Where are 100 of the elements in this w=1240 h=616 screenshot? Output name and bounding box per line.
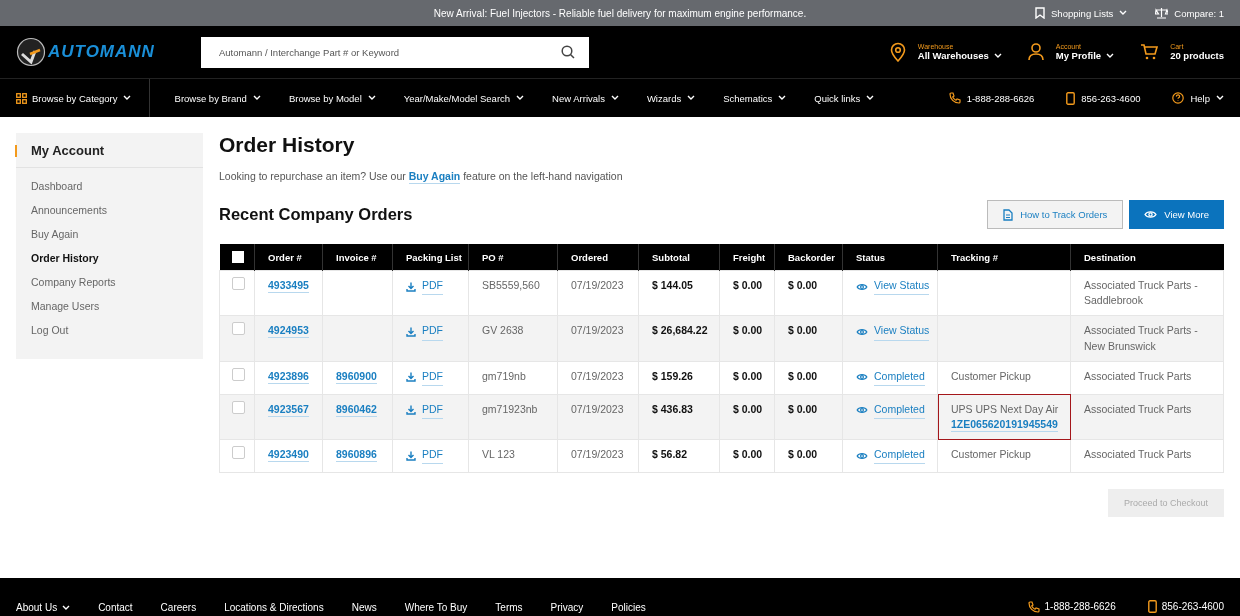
search-input[interactable]: Automann / Interchange Part # or Keyword — [217, 35, 561, 69]
buy-again-link[interactable]: Buy Again — [408, 170, 461, 184]
row-checkbox[interactable] — [232, 322, 245, 336]
mobile-phone-link[interactable]: 856-263-4600 — [1066, 91, 1141, 105]
eye-icon — [856, 373, 868, 382]
row-checkbox[interactable] — [232, 400, 245, 414]
pdf-link[interactable]: PDF — [422, 323, 443, 341]
browse-by-category-menu[interactable]: Browse by Category — [16, 79, 150, 117]
phone-link[interactable]: 1-888-288-6626 — [1027, 600, 1116, 613]
download-icon — [406, 281, 416, 292]
view-more-button[interactable]: View More — [1129, 200, 1224, 229]
brand-logo[interactable]: AUTOMANN — [16, 37, 201, 67]
order-date: 07/19/2023 — [571, 369, 624, 382]
intro-text: Looking to repurchase an item? Use our Buy Again feature on the left-hand navigation — [219, 170, 624, 182]
pdf-link[interactable]: PDF — [422, 278, 443, 296]
footer-link[interactable]: Where To Buy — [404, 602, 468, 613]
chevron-down-icon — [516, 95, 525, 101]
order-date: 07/19/2023 — [571, 402, 624, 415]
help-menu[interactable]: Help — [1172, 91, 1224, 105]
footer-link[interactable]: Locations & Directions — [224, 602, 324, 613]
select-all-checkbox[interactable] — [231, 251, 244, 264]
order-number-link[interactable]: 4924953 — [268, 324, 309, 339]
download-icon — [406, 405, 416, 416]
freight-amount: $ 0.00 — [733, 324, 763, 337]
phone-link[interactable]: 1-888-288-6626 — [948, 91, 1035, 105]
footer-link[interactable]: About Us — [16, 602, 71, 613]
nav-menu[interactable]: Year/Make/Model Search — [403, 92, 525, 104]
column-header: Order # — [268, 251, 302, 263]
subtotal-amount: $ 159.26 — [652, 369, 693, 382]
nav-menu[interactable]: Browse by Model — [288, 92, 376, 104]
po-number: VL 123 — [482, 448, 515, 461]
nav-menu[interactable]: Browse by Brand — [174, 92, 261, 104]
page-title: Order History — [219, 133, 356, 157]
eye-icon — [856, 282, 868, 291]
search-icon — [561, 45, 575, 59]
chevron-down-icon — [1106, 52, 1115, 59]
sidebar-item[interactable]: Log Out — [16, 318, 203, 342]
po-number: SB5559,560 — [482, 279, 540, 291]
order-number-link[interactable]: 4923567 — [268, 402, 309, 417]
footer-link[interactable]: Careers — [160, 602, 197, 613]
chevron-down-icon — [62, 604, 71, 611]
footer-link[interactable]: Contact — [98, 602, 133, 613]
backorder-amount: $ 0.00 — [788, 369, 818, 382]
row-checkbox[interactable] — [232, 367, 245, 381]
column-header: Status — [856, 251, 886, 263]
footer-link[interactable]: Privacy — [550, 602, 584, 613]
sidebar-item[interactable]: Buy Again — [16, 222, 203, 246]
eye-icon — [1144, 210, 1158, 219]
subtotal-amount: $ 144.05 — [652, 279, 693, 291]
sidebar-item[interactable]: Company Reports — [16, 270, 203, 294]
nav-menu[interactable]: Schematics — [723, 92, 787, 104]
phone-icon — [1027, 600, 1040, 613]
subtotal-amount: $ 26,684.22 — [652, 324, 708, 337]
chevron-down-icon — [778, 95, 787, 101]
pdf-link[interactable]: PDF — [422, 401, 443, 419]
column-header: Subtotal — [652, 251, 690, 263]
footer-link[interactable]: Terms — [495, 602, 523, 613]
po-number: gm71923nb — [482, 402, 538, 415]
location-pin-icon — [889, 42, 906, 62]
freight-amount: $ 0.00 — [733, 369, 763, 382]
scale-icon — [1155, 7, 1169, 19]
backorder-amount: $ 0.00 — [788, 448, 818, 461]
sidebar-item[interactable]: Order History — [16, 246, 203, 270]
pdf-link[interactable]: PDF — [422, 368, 443, 387]
nav-menu[interactable]: New Arrivals — [552, 92, 619, 104]
subtotal-amount: $ 436.83 — [652, 402, 693, 415]
row-checkbox[interactable] — [232, 277, 245, 290]
compare-link[interactable]: Compare: 1 — [1155, 7, 1224, 19]
sidebar-item[interactable]: Announcements — [16, 198, 203, 222]
pdf-link[interactable]: PDF — [422, 447, 443, 465]
column-header: Ordered — [571, 251, 608, 263]
freight-amount: $ 0.00 — [733, 448, 763, 461]
chevron-down-icon — [993, 52, 1002, 59]
tracking-number-link[interactable]: 1ZE065620191945549 — [951, 417, 1058, 432]
shopping-lists-link[interactable]: Shopping Lists — [1035, 7, 1128, 19]
invoice-number-link[interactable]: 8960462 — [336, 402, 377, 417]
phone-icon — [948, 92, 961, 104]
carrier-text: Customer Pickup — [951, 447, 1032, 463]
chevron-down-icon — [1119, 10, 1128, 16]
row-checkbox[interactable] — [232, 446, 245, 460]
announcement-text: New Arrival: Fuel Injectors - Reliable fuel delivery for maximum engine performance. — [433, 7, 807, 19]
how-to-track-orders-button[interactable]: How to Track Orders — [987, 200, 1124, 229]
sidebar-item[interactable]: Manage Users — [16, 294, 203, 318]
document-icon — [1003, 208, 1014, 221]
mobile-phone-icon — [1066, 91, 1076, 105]
freight-amount: $ 0.00 — [733, 402, 763, 415]
bookmark-icon — [1035, 7, 1046, 19]
nav-menu[interactable]: Wizards — [646, 92, 696, 104]
footer-link[interactable]: News — [351, 602, 377, 613]
freight-amount: $ 0.00 — [733, 279, 763, 291]
order-number-link[interactable]: 4933495 — [268, 279, 309, 293]
search-field[interactable]: Automann / Interchange Part # or Keyword — [201, 36, 589, 68]
mobile-phone-link[interactable]: 856-263-4600 — [1147, 600, 1224, 613]
nav-menu[interactable]: Quick links — [814, 92, 875, 104]
column-header: Destination — [1084, 251, 1136, 263]
section-title: Recent Company Orders — [219, 205, 413, 224]
footer-link[interactable]: Policies — [611, 602, 646, 613]
mobile-phone-icon — [1147, 600, 1157, 613]
download-icon — [406, 450, 416, 461]
sidebar-item[interactable]: Dashboard — [16, 174, 203, 198]
